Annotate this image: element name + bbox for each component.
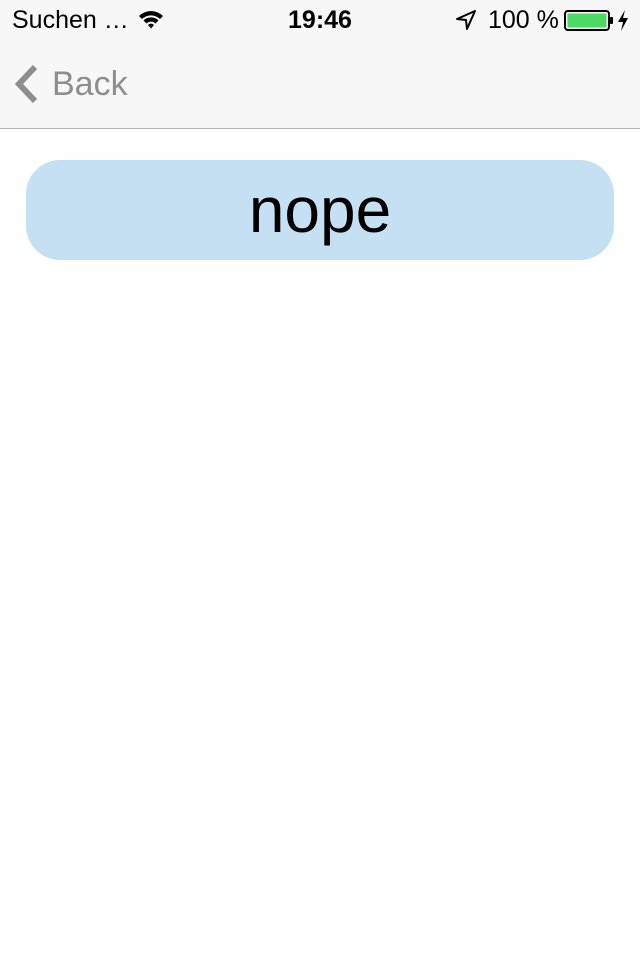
- back-button[interactable]: Back: [12, 62, 128, 106]
- screen: Suchen … 19:46 100 % Back nope: [0, 0, 640, 960]
- location-arrow-icon: [456, 10, 476, 30]
- battery-icon: [564, 10, 613, 31]
- nope-button[interactable]: nope: [26, 160, 614, 260]
- content-area: nope: [0, 129, 640, 960]
- charging-bolt-icon: [618, 10, 628, 31]
- chevron-left-icon: [14, 64, 38, 104]
- navigation-bar: Back: [0, 40, 640, 129]
- nope-button-label: nope: [248, 174, 392, 246]
- status-bar: Suchen … 19:46 100 %: [0, 0, 640, 40]
- back-label: Back: [52, 65, 128, 103]
- battery-percent: 100 %: [488, 6, 559, 34]
